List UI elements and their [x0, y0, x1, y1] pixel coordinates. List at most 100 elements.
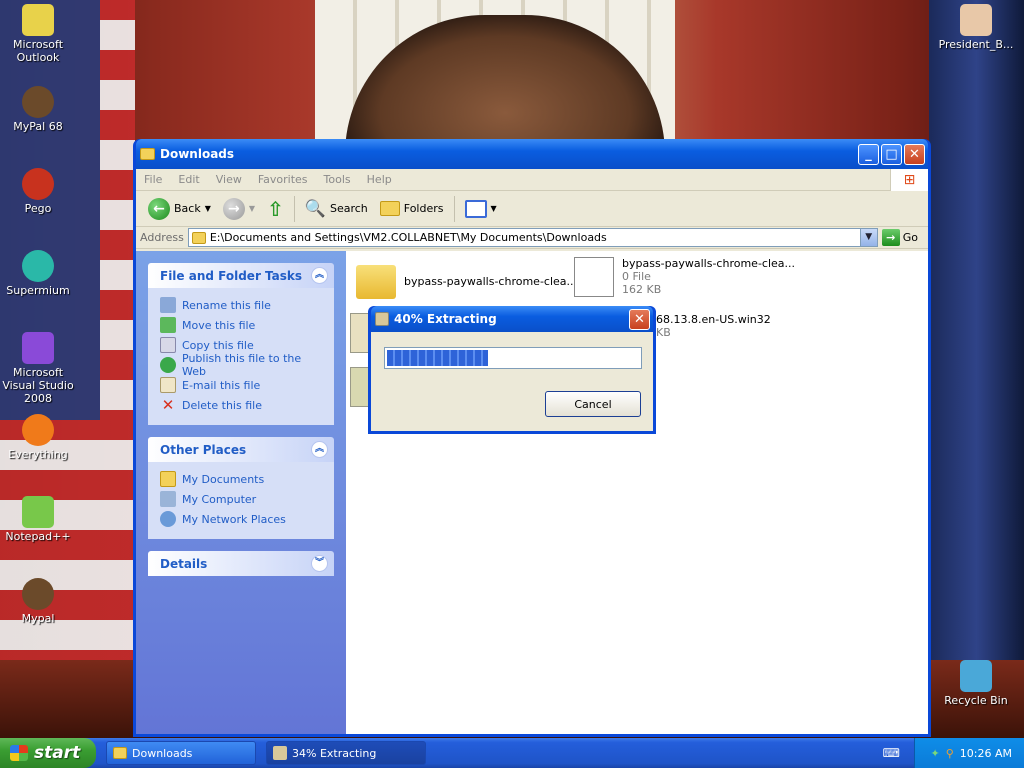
progress-fill — [387, 350, 488, 366]
folder-icon — [113, 747, 127, 759]
desktop-icon-supermium[interactable]: Supermium — [0, 250, 76, 297]
task-publish[interactable]: Publish this file to the Web — [160, 352, 322, 378]
up-button[interactable]: ⇧ — [261, 194, 290, 224]
dialog-close-button[interactable]: ✕ — [629, 308, 650, 330]
menu-bar: File Edit View Favorites Tools Help ⊞ — [136, 169, 928, 191]
folder-icon — [140, 148, 155, 160]
search-icon: 🔍 — [304, 198, 326, 219]
task-delete[interactable]: ✕ Delete this file — [160, 395, 322, 415]
archive-icon — [273, 746, 287, 760]
folder-icon — [356, 265, 396, 299]
archive-icon — [375, 312, 389, 326]
forward-button[interactable]: → ▼ — [217, 194, 261, 224]
raccoon-icon — [22, 86, 54, 118]
folders-button[interactable]: Folders — [374, 194, 450, 224]
pego-icon — [22, 168, 54, 200]
task-email[interactable]: E-mail this file — [160, 375, 322, 395]
forward-arrow-icon: → — [222, 197, 245, 220]
place-my-documents[interactable]: My Documents — [160, 469, 322, 489]
desktop-icon-pego[interactable]: Pego — [0, 168, 76, 215]
minimize-button[interactable]: _ — [858, 143, 879, 165]
menu-help[interactable]: Help — [359, 173, 400, 186]
desktop-icon-everything[interactable]: Everything — [0, 414, 76, 461]
views-button[interactable]: ▼ — [459, 194, 503, 224]
menu-file[interactable]: File — [136, 173, 170, 186]
desktop-icon-recycle-bin[interactable]: Recycle Bin — [936, 660, 1016, 707]
menu-favorites[interactable]: Favorites — [250, 173, 316, 186]
my-documents-icon — [160, 471, 176, 487]
dialog-title: 40% Extracting — [394, 312, 497, 326]
back-button[interactable]: ← Back ▼ — [142, 194, 217, 224]
up-folder-icon: ⇧ — [267, 196, 284, 221]
cancel-button[interactable]: Cancel — [545, 391, 641, 417]
panel-header[interactable]: Details ︾ — [148, 551, 334, 576]
address-bar: Address E:\Documents and Settings\VM2.CO… — [136, 227, 928, 249]
globe-icon — [160, 357, 176, 373]
task-move[interactable]: Move this file — [160, 315, 322, 335]
tray-app-icon[interactable]: ✦ — [931, 747, 940, 760]
collapse-icon[interactable]: ︽ — [311, 267, 328, 284]
collapse-icon[interactable]: ︽ — [311, 441, 328, 458]
desktop-icon-notepadpp[interactable]: Notepad++ — [0, 496, 76, 543]
other-places-panel: Other Places ︽ My Documents My Computer … — [148, 437, 334, 539]
explorer-window: Downloads _ □ ✕ File Edit View Favorites… — [133, 139, 931, 737]
image-file-icon — [960, 4, 992, 36]
file-item-folder[interactable]: bypass-paywalls-chrome-clea... — [356, 261, 577, 299]
maximize-button[interactable]: □ — [881, 143, 902, 165]
recycle-bin-icon — [960, 660, 992, 692]
details-panel: Details ︾ — [148, 551, 334, 576]
move-icon — [160, 317, 176, 333]
panel-header[interactable]: File and Folder Tasks ︽ — [148, 263, 334, 288]
email-icon — [160, 377, 176, 393]
desktop-icon-visual-studio[interactable]: Microsoft Visual Studio 2008 — [0, 332, 76, 405]
task-rename[interactable]: Rename this file — [160, 295, 322, 315]
menu-tools[interactable]: Tools — [316, 173, 359, 186]
chevron-down-icon[interactable]: ▼ — [859, 229, 877, 246]
desktop-icon-president[interactable]: President_B... — [936, 4, 1016, 51]
delete-icon: ✕ — [161, 396, 175, 414]
place-my-computer[interactable]: My Computer — [160, 489, 322, 509]
supermium-icon — [22, 250, 54, 282]
menu-edit[interactable]: Edit — [170, 173, 207, 186]
windows-flag-icon — [10, 745, 28, 761]
window-titlebar[interactable]: Downloads _ □ ✕ — [136, 139, 928, 169]
clock[interactable]: 10:26 AM — [960, 747, 1012, 760]
address-label: Address — [140, 231, 184, 244]
rename-icon — [160, 297, 176, 313]
expand-icon[interactable]: ︾ — [311, 555, 328, 572]
taskbar-item-downloads[interactable]: Downloads — [106, 741, 256, 765]
desktop-icon-mypal[interactable]: Mypal — [0, 578, 76, 625]
desktop-icon-outlook[interactable]: Microsoft Outlook — [0, 4, 76, 64]
file-item-archive[interactable]: bypass-paywalls-chrome-clea... 0 File 16… — [574, 257, 795, 297]
visual-studio-icon — [22, 332, 54, 364]
panel-header[interactable]: Other Places ︽ — [148, 437, 334, 462]
folder-icon — [191, 231, 206, 244]
extract-progress-bar — [384, 347, 642, 369]
task-pane: File and Folder Tasks ︽ Rename this file… — [136, 251, 346, 734]
desktop-icon-mypal68[interactable]: MyPal 68 — [0, 86, 76, 133]
copy-icon — [160, 337, 176, 353]
menu-view[interactable]: View — [208, 173, 250, 186]
wallpaper-flag-right — [929, 0, 1024, 680]
taskbar-item-extracting[interactable]: 34% Extracting — [266, 741, 426, 765]
my-computer-icon — [160, 491, 176, 507]
close-button[interactable]: ✕ — [904, 143, 925, 165]
notepadpp-icon — [22, 496, 54, 528]
back-arrow-icon: ← — [148, 197, 170, 220]
windows-logo-icon: ⊞ — [890, 169, 928, 191]
chevron-down-icon: ▼ — [248, 204, 256, 213]
place-network[interactable]: My Network Places — [160, 509, 322, 529]
everything-icon — [22, 414, 54, 446]
go-button[interactable]: → Go — [881, 229, 924, 246]
views-icon — [464, 199, 487, 218]
chevron-down-icon: ▼ — [490, 204, 497, 213]
address-input[interactable]: E:\Documents and Settings\VM2.COLLABNET\… — [187, 228, 878, 247]
chevron-down-icon: ▼ — [204, 204, 211, 213]
start-button[interactable]: start — [0, 738, 96, 768]
dialog-titlebar[interactable]: 40% Extracting ✕ — [371, 306, 653, 332]
taskbar: start Downloads 34% Extracting ⌨ ✦ ⚲ 10:… — [0, 738, 1024, 768]
search-button[interactable]: 🔍 Search — [299, 194, 374, 224]
keyboard-icon[interactable]: ⌨ — [883, 746, 900, 760]
tray-search-icon[interactable]: ⚲ — [946, 747, 954, 760]
raccoon-icon — [22, 578, 54, 610]
